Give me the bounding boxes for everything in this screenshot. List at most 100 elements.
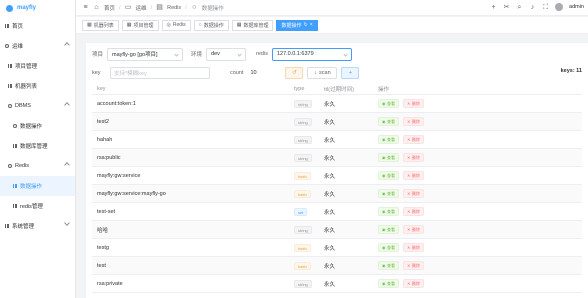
delete-button-label: 删除	[411, 172, 420, 178]
cell-operations: ◉ 查看 ✕ 删除	[378, 171, 582, 180]
sidebar-item-redis-manage[interactable]: redis管理	[0, 196, 75, 216]
sidebar-item-projects[interactable]: 项目管理	[0, 56, 75, 76]
menu-toggle-icon[interactable]: ≡	[82, 4, 89, 11]
grid-icon: ▦	[236, 22, 242, 28]
view-button[interactable]: ◉ 查看	[378, 207, 399, 216]
env-select[interactable]: dev	[206, 47, 247, 61]
redis-select[interactable]: 127.0.0.1:6379	[271, 47, 352, 61]
count-input-value: 10	[250, 70, 257, 76]
sidebar-item-label: Redis	[15, 163, 30, 169]
filter-row-2: key 支持*模糊key count 10 ↺ ↓ scan +	[92, 66, 360, 80]
logo[interactable]: mayfly	[0, 0, 75, 16]
search-icon[interactable]: ⌕	[516, 4, 523, 11]
delete-button[interactable]: ✕ 删除	[403, 243, 424, 252]
type-tag: set	[294, 207, 308, 216]
delete-button[interactable]: ✕ 删除	[403, 279, 424, 288]
sidebar: mayfly 首页 运维 项目管理 机器列表 DBMS 数据操作 数据库管理 R…	[0, 0, 76, 298]
table-row: rsa:private string 永久 ◉ 查看 ✕ 删除	[92, 275, 582, 293]
delete-button[interactable]: ✕ 删除	[403, 207, 424, 216]
reset-button[interactable]: ↺	[285, 67, 304, 79]
fullscreen-icon[interactable]: ⛶	[542, 4, 549, 11]
cell-key: account:token:1	[97, 100, 136, 107]
view-button[interactable]: ◉ 查看	[378, 261, 399, 270]
delete-button[interactable]: ✕ 删除	[403, 117, 424, 126]
cut-icon[interactable]: ✂	[503, 4, 510, 11]
cell-ttl: 永久	[324, 191, 336, 198]
cell-key: hahah	[97, 136, 113, 143]
tab-label: 机器列表	[93, 22, 114, 29]
column-header-ttl: ttl(过期时间)	[324, 86, 354, 93]
username[interactable]: admin	[569, 4, 584, 10]
tab-label: 项目管理	[133, 22, 154, 29]
view-button-label: 查看	[387, 280, 395, 286]
sidebar-item-ops[interactable]: 运维	[0, 36, 75, 56]
view-icon: ◉	[382, 263, 386, 268]
view-button[interactable]: ◉ 查看	[378, 225, 399, 234]
breadcrumb-separator: /	[119, 4, 121, 11]
view-button[interactable]: ◉ 查看	[378, 279, 399, 288]
table-row: test2 string 永久 ◉ 查看 ✕ 删除	[92, 113, 582, 131]
delete-button[interactable]: ✕ 删除	[403, 153, 424, 162]
view-button[interactable]: ◉ 查看	[378, 99, 399, 108]
delete-button[interactable]: ✕ 删除	[403, 99, 424, 108]
cell-ttl: 永久	[324, 173, 336, 180]
delete-button[interactable]: ✕ 删除	[403, 171, 424, 180]
key-input[interactable]: 支持*模糊key	[110, 67, 210, 79]
chevron-down-icon	[237, 51, 242, 57]
view-button[interactable]: ◉ 查看	[378, 243, 399, 252]
sidebar-item-db-data-ops[interactable]: 数据操作	[0, 116, 75, 136]
view-button[interactable]: ◉ 查看	[378, 153, 399, 162]
view-button[interactable]: ◉ 查看	[378, 135, 399, 144]
breadcrumb-item[interactable]: Redis	[167, 5, 181, 11]
refresh-icon[interactable]: ↻	[303, 22, 307, 28]
chevron-up-icon	[64, 162, 70, 168]
count-input[interactable]: 10	[247, 67, 282, 79]
breadcrumb-item[interactable]: 运维	[136, 4, 147, 12]
close-icon[interactable]: ×	[310, 22, 313, 28]
project-select[interactable]: mayfly-go [go项目]	[107, 47, 184, 61]
tab-db-data-ops[interactable]: ○ 数据操作	[193, 19, 229, 31]
avatar[interactable]	[555, 3, 564, 11]
tab-projects[interactable]: ▦ 项目管理	[121, 19, 159, 31]
tab-redis-data-ops[interactable]: 数据操作 ↻ ×	[276, 19, 318, 31]
view-button[interactable]: ◉ 查看	[378, 117, 399, 126]
cell-type: hash	[294, 243, 324, 252]
delete-button[interactable]: ✕ 删除	[403, 135, 424, 144]
table-row: mayfly:gw:service:mayfly-go hash 永久 ◉ 查看 ✕ 删除	[92, 185, 582, 203]
sidebar-item-system[interactable]: 系统管理	[0, 216, 75, 236]
sidebar-item-home[interactable]: 首页	[0, 16, 75, 36]
breadcrumb-item[interactable]: 首页	[104, 4, 115, 12]
view-icon: ◉	[382, 209, 386, 214]
chevron-down-icon	[343, 51, 348, 57]
tab-machines[interactable]: ▦ 机器列表	[82, 19, 119, 31]
delete-button-label: 删除	[411, 190, 420, 196]
view-button[interactable]: ◉ 查看	[378, 171, 399, 180]
tab-redis[interactable]: ◎ Redis	[161, 19, 191, 31]
sidebar-item-db-manage[interactable]: 数据库管理	[0, 136, 75, 156]
delete-button[interactable]: ✕ 删除	[403, 261, 424, 270]
view-icon: ◉	[382, 119, 386, 124]
scan-button[interactable]: ↓ scan	[307, 67, 338, 79]
arrow-down-icon: ↓	[314, 70, 318, 76]
cell-type: set	[294, 207, 324, 216]
cell-operations: ◉ 查看 ✕ 删除	[378, 279, 582, 288]
view-icon: ◉	[382, 173, 386, 178]
delete-button[interactable]: ✕ 删除	[403, 189, 424, 198]
add-icon[interactable]: +	[490, 4, 497, 11]
circle-icon	[12, 124, 17, 129]
tab-db-manage[interactable]: ▦ 数据库管理	[231, 19, 274, 31]
bell-icon[interactable]: ♪	[529, 4, 536, 11]
add-key-button[interactable]: +	[341, 67, 360, 79]
sidebar-item-redis-data-ops[interactable]: 数据操作	[0, 176, 75, 196]
chevron-down-icon	[64, 220, 70, 226]
delete-icon: ✕	[407, 173, 411, 178]
delete-button-label: 删除	[411, 154, 420, 160]
sidebar-item-dbms[interactable]: DBMS	[0, 96, 75, 116]
view-button-label: 查看	[387, 154, 395, 160]
cell-ttl: 永久	[324, 209, 336, 216]
view-icon: ◉	[382, 245, 386, 250]
sidebar-item-redis[interactable]: Redis	[0, 156, 75, 176]
sidebar-item-machines[interactable]: 机器列表	[0, 76, 75, 96]
view-button[interactable]: ◉ 查看	[378, 189, 399, 198]
delete-button[interactable]: ✕ 删除	[403, 225, 424, 234]
